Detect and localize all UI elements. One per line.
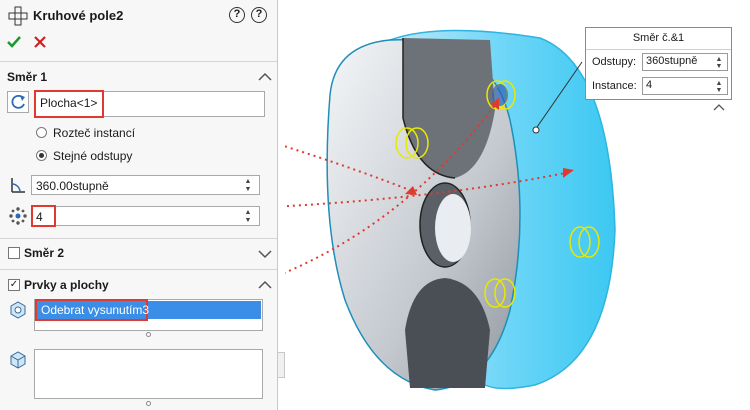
count-field[interactable]: 4 ▲ ▼ <box>31 206 260 226</box>
callout-instances-field[interactable]: 4 ▲ ▼ <box>642 77 728 95</box>
separator <box>0 269 277 270</box>
separator <box>0 61 277 62</box>
features-header: Prvky a plochy <box>24 278 109 292</box>
features-selected-label: Odebrat vysunutím3 <box>41 303 150 317</box>
page-title: Kruhové pole2 <box>33 8 124 23</box>
angle-value: 360.00stupně <box>36 179 109 193</box>
resize-handle[interactable] <box>146 332 151 337</box>
separator <box>0 238 277 239</box>
angle-spinner[interactable]: ▲ ▼ <box>241 177 255 193</box>
callout-instances-spinner[interactable]: ▲ ▼ <box>713 79 725 94</box>
callout-spacing-label: Odstupy: <box>592 56 637 68</box>
direction2-header: Směr 2 <box>24 246 65 260</box>
callout-spacing-field[interactable]: 360stupně ▲ ▼ <box>642 53 728 71</box>
question-icon[interactable]: ? <box>251 7 267 23</box>
center-hole-inner <box>435 194 471 262</box>
callout-spacing-value: 360stupně <box>646 55 698 67</box>
panel-grip[interactable] <box>278 352 285 378</box>
radio-pitch[interactable] <box>36 127 47 138</box>
features-checkbox[interactable]: ✓ <box>8 279 20 291</box>
circular-pattern-icon <box>8 6 28 26</box>
radio-equal-label: Stejné odstupy <box>53 149 133 163</box>
chevron-up-icon[interactable] <box>258 72 272 82</box>
angle-field[interactable]: 360.00stupně ▲ ▼ <box>31 175 260 195</box>
body-icon <box>10 351 26 369</box>
direction-field-value: Plocha<1> <box>40 96 98 110</box>
direction1-header: Směr 1 <box>7 70 48 84</box>
callout-spacing-spinner[interactable]: ▲ ▼ <box>713 55 725 70</box>
callout-instances-label: Instance: <box>592 80 637 92</box>
callout-anchor <box>532 126 540 134</box>
feature-icon <box>10 301 26 319</box>
callout-separator <box>586 49 731 50</box>
direction-callout: Směr č.&1 Odstupy: 360stupně ▲ ▼ Instance… <box>585 27 732 100</box>
callout-collapse-icon[interactable] <box>713 103 725 111</box>
x-icon[interactable] <box>34 36 46 48</box>
angle-icon <box>11 178 25 193</box>
bodies-list[interactable] <box>34 349 263 399</box>
instances-icon <box>9 207 27 225</box>
property-manager-panel: Kruhové pole2 ? ? Směr 1 Plocha<1> Rozte… <box>0 0 278 410</box>
radio-pitch-label: Rozteč instancí <box>53 126 136 140</box>
count-highlight <box>31 205 56 227</box>
checkmark-icon[interactable] <box>7 35 21 49</box>
reverse-direction-icon[interactable] <box>7 91 29 113</box>
radio-equal[interactable] <box>36 150 47 161</box>
callout-title: Směr č.&1 <box>632 32 685 44</box>
count-spinner[interactable]: ▲ ▼ <box>241 208 255 224</box>
chevron-down-icon[interactable] <box>258 249 272 259</box>
callout-instances-value: 4 <box>646 79 653 91</box>
direction2-checkbox[interactable] <box>8 247 20 259</box>
help-icon[interactable]: ? <box>229 7 245 23</box>
chevron-up-icon[interactable] <box>258 280 272 290</box>
resize-handle[interactable] <box>146 401 151 406</box>
